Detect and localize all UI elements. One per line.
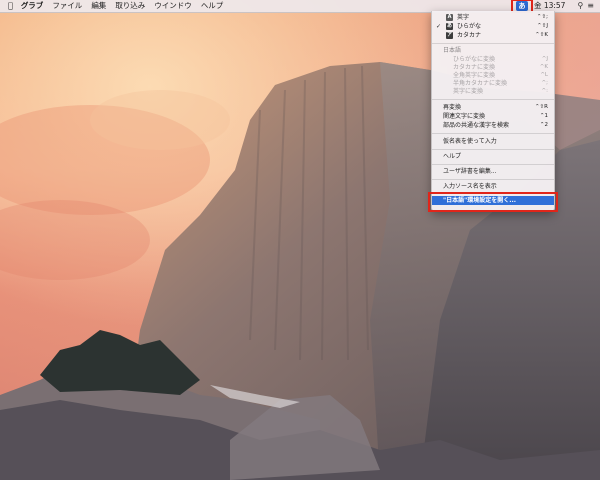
menu-edit[interactable]: 編集 (91, 0, 106, 12)
menu-item-label: カタカナ (457, 32, 482, 39)
menu-item-label: 英字に変換 (453, 88, 484, 95)
menu-item-user-dictionary[interactable]: ユーザ辞書を編集... (432, 167, 554, 176)
menu-item-label: 関連文字に変換 (443, 113, 486, 120)
menu-item-shortcut: ⌃⇧; (536, 14, 548, 20)
menu-bar-left:  グラブ ファイル 編集 取り込み ウインドウ ヘルプ (8, 0, 232, 12)
menu-item-reconvert[interactable]: 再変換 ⌃⇧R (432, 103, 554, 112)
alphanumeric-icon: A (446, 14, 453, 21)
menu-item-label: 入力ソース名を表示 (443, 183, 497, 190)
conversion-header: 日本語 (443, 47, 462, 54)
menu-item-hiragana[interactable]: ✓ あ ひらがな ⌃⇧J (432, 22, 554, 31)
menu-help[interactable]: ヘルプ (201, 0, 224, 12)
menu-separator (432, 133, 554, 134)
menu-item-label: 部品の共通な漢字を検索 (443, 122, 510, 129)
menu-item-kanji-by-radical[interactable]: 部品の共通な漢字を検索 ⌃2 (432, 121, 554, 130)
checkmark-icon: ✓ (436, 23, 442, 30)
menu-separator (432, 149, 554, 150)
search-icon[interactable]: ⚲ (577, 0, 583, 12)
menu-window[interactable]: ウインドウ (154, 0, 192, 12)
menu-item-shortcut: ⌃2 (539, 122, 548, 128)
menu-item-label: ひらがな (457, 23, 482, 30)
open-prefs-highlight-outline (428, 192, 558, 212)
menu-capture[interactable]: 取り込み (115, 0, 145, 12)
menu-item-shortcut: ⌃⇧K (535, 32, 548, 38)
menu-separator (432, 164, 554, 165)
menu-item-shortcut: ^: (541, 88, 548, 94)
menu-item-label: 仮名表を使って入力 (443, 138, 497, 145)
menu-item-shortcut: ⌃⇧J (537, 23, 548, 29)
menu-section-header: 日本語 (432, 46, 554, 55)
menu-item-label: 再変換 (443, 104, 462, 111)
menu-separator (432, 179, 554, 180)
apple-icon[interactable]:  (8, 0, 13, 12)
menu-item-label: ヘルプ (443, 153, 462, 160)
menu-item-label: ユーザ辞書を編集... (443, 168, 497, 175)
menu-item-help[interactable]: ヘルプ (432, 152, 554, 161)
menu-file[interactable]: ファイル (52, 0, 82, 12)
menu-separator (432, 99, 554, 100)
menu-item-kana-table[interactable]: 仮名表を使って入力 (432, 137, 554, 146)
menu-item-to-alphanumeric: 英字に変換 ^: (432, 87, 554, 96)
menu-separator (432, 43, 554, 44)
menu-item-show-source-name[interactable]: 入力ソース名を表示 (432, 182, 554, 191)
app-menu-grab[interactable]: グラブ (21, 0, 44, 12)
katakana-icon: ア (446, 32, 453, 39)
list-icon[interactable]: ≡ (587, 0, 594, 12)
menu-item-label: 英字 (457, 14, 470, 21)
menu-item-katakana[interactable]: ア カタカナ ⌃⇧K (432, 31, 554, 40)
hiragana-icon: あ (446, 23, 453, 30)
input-method-menu: A 英字 ⌃⇧; ✓ あ ひらがな ⌃⇧J ア カタカナ ⌃⇧K 日本語 ひらが… (431, 11, 555, 212)
menu-item-alphanumeric[interactable]: A 英字 ⌃⇧; (432, 13, 554, 22)
menu-item-related-chars[interactable]: 関連文字に変換 ⌃1 (432, 112, 554, 121)
menu-item-shortcut: ⌃1 (539, 113, 548, 119)
menu-item-shortcut: ⌃⇧R (534, 104, 548, 110)
